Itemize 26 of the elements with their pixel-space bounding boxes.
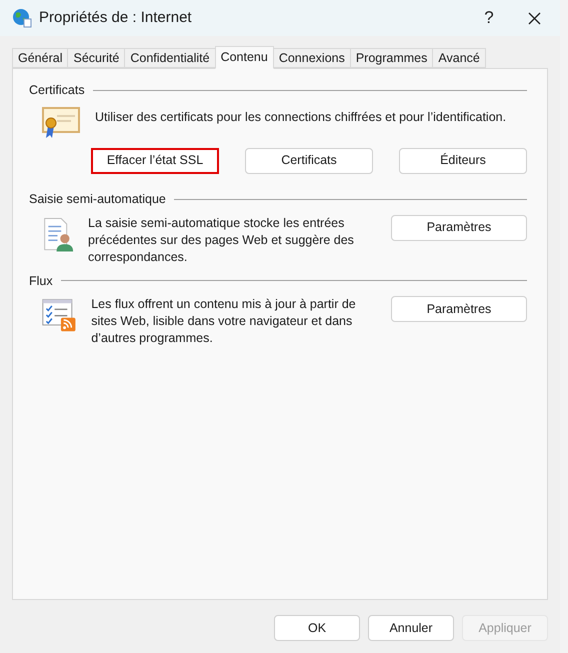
dialog-button[interactable]: Paramètres [391, 214, 527, 240]
tab[interactable]: Connexions [272, 48, 351, 68]
dialog-button[interactable]: Effacer l’état SSL [91, 148, 219, 174]
dialog-button[interactable]: Paramètres [391, 296, 527, 322]
tab[interactable]: Programmes [350, 48, 434, 68]
group-title: Flux [29, 272, 53, 290]
dialog-button[interactable]: Annuler [368, 615, 454, 641]
dialog-button[interactable]: Certificats [245, 148, 373, 174]
tab[interactable]: Général [12, 48, 68, 68]
tab[interactable]: Contenu [214, 46, 274, 69]
tab[interactable]: Avancé [432, 48, 486, 68]
checklist-feed-icon [41, 296, 78, 334]
dialog-button[interactable]: OK [274, 615, 360, 641]
dialog-button[interactable]: Éditeurs [399, 148, 527, 174]
description-text: La saisie semi-automatique stocke les entrées précédentes sur des pages Web et suggère des correspondances. [88, 214, 355, 266]
help-button[interactable]: ? [469, 5, 509, 31]
group-title: Saisie semi-automatique [29, 190, 166, 208]
description-text: Les flux offrent un contenu mis à jour à partir de sites Web, lisible dans votre navigateur et dans d’autres programmes. [91, 296, 357, 348]
description-text: Utiliser des certificats pour les connections chiffrées et pour l’identification. [95, 108, 506, 126]
certificate-icon [41, 106, 81, 140]
window-title: Propriétés de : Internet [39, 8, 192, 28]
tab[interactable]: Confidentialité [124, 48, 216, 68]
globe-icon [12, 8, 32, 28]
group-title: Certificats [29, 82, 85, 99]
close-icon[interactable] [528, 12, 541, 24]
tab[interactable]: Sécurité [67, 48, 126, 68]
